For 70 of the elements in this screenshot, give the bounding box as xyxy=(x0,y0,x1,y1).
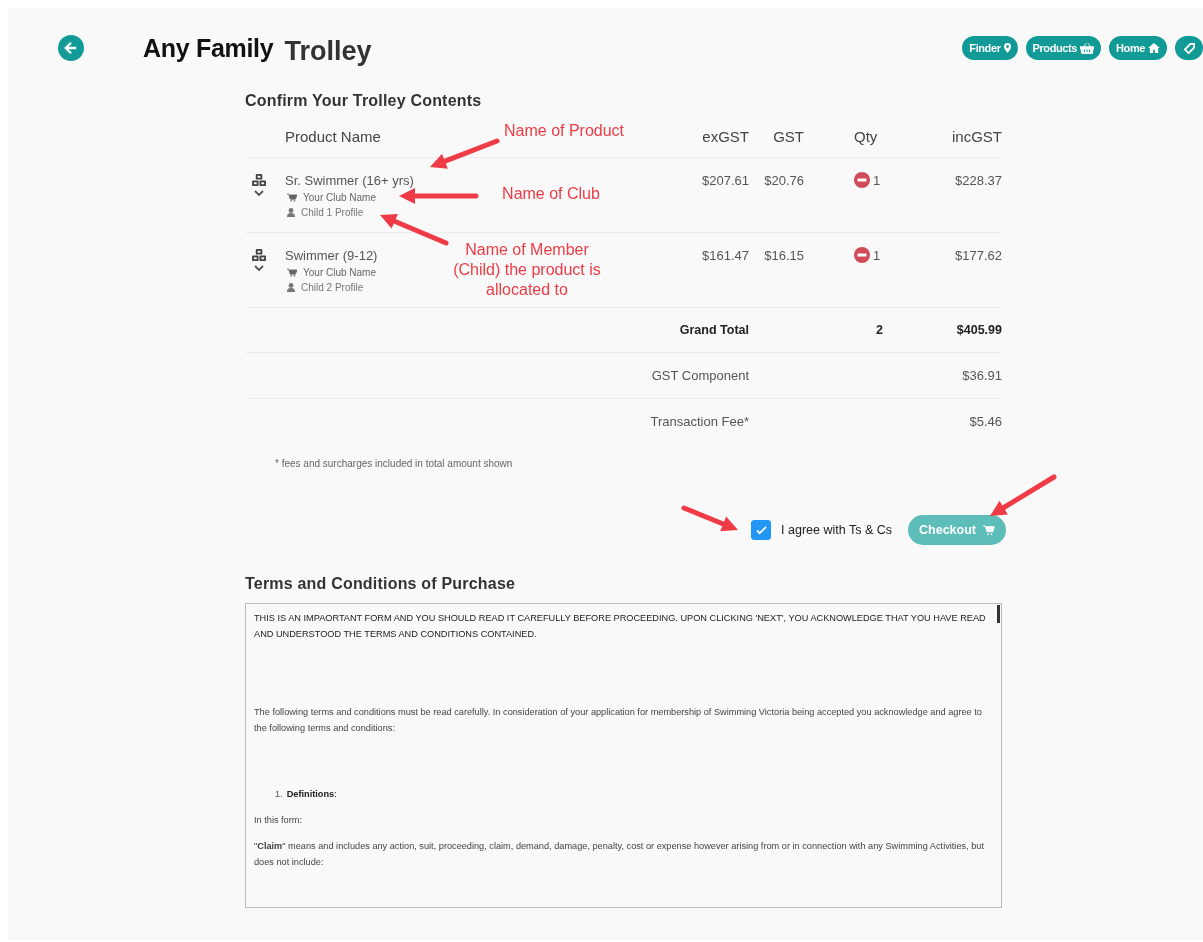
list-item: Definitions: xyxy=(286,789,337,799)
quantity: 1 xyxy=(873,172,881,188)
annotation-arrow xyxy=(380,213,449,246)
annotation-label: Name of Product xyxy=(504,121,626,141)
table-cell: $207.61 xyxy=(702,173,749,188)
club-name: Your Club Name xyxy=(303,192,376,203)
back-arrow-icon xyxy=(64,41,78,55)
annotation-arrow xyxy=(681,505,738,532)
agree-checkbox[interactable] xyxy=(751,520,772,540)
annotation-arrow xyxy=(430,138,500,169)
total-value: $36.91 xyxy=(962,368,1002,383)
boxes-icon xyxy=(251,249,267,262)
total-label: Grand Total xyxy=(679,323,749,337)
product-name: Swimmer (9-12) xyxy=(285,248,378,263)
person-icon xyxy=(287,208,295,217)
table-cell: $228.37 xyxy=(955,173,1002,188)
column-header: exGST xyxy=(702,128,749,145)
list-number: 1. xyxy=(275,789,283,799)
expand-chevron-icon[interactable] xyxy=(254,265,264,271)
total-quantity: 2 xyxy=(876,323,883,337)
column-header: GST xyxy=(773,128,804,145)
quantity: 1 xyxy=(873,247,881,263)
checkout-button[interactable]: Checkout xyxy=(908,515,1006,545)
expand-chevron-icon[interactable] xyxy=(254,190,264,196)
home-icon xyxy=(1148,43,1160,53)
footnote: * fees and surcharges included in total amount shown xyxy=(275,458,514,469)
page-subtitle: Trolley xyxy=(284,35,372,67)
total-value: $5.46 xyxy=(969,414,1002,429)
tag-icon xyxy=(1183,42,1195,54)
column-header: Qty xyxy=(854,128,878,145)
member-name: Child 2 Profile xyxy=(301,282,364,293)
table-cell: $16.15 xyxy=(764,248,804,263)
remove-icon[interactable] xyxy=(854,247,870,263)
cart-icon xyxy=(287,268,297,277)
page-title: Any Family xyxy=(143,33,274,63)
person-icon xyxy=(287,283,295,292)
boxes-icon xyxy=(251,174,267,187)
terms-paragraph: In this form: xyxy=(254,814,303,827)
terms-paragraph: "Claim" means and includes any action, suit, proceeding, claim, demand, damage, penalty, cost or expense however arising from or in connection with any Swimming Activities, but does not include: xyxy=(254,840,985,869)
section-heading: Terms and Conditions of Purchase xyxy=(245,575,517,593)
product-name: Sr. Swimmer (16+ yrs) xyxy=(285,173,414,188)
nav-button[interactable]: Home xyxy=(1109,36,1167,60)
back-button[interactable] xyxy=(58,35,84,61)
table-cell: $177.62 xyxy=(955,248,1002,263)
remove-icon[interactable] xyxy=(854,172,870,188)
nav-button[interactable]: Products xyxy=(1025,36,1102,60)
table-cell: $161.47 xyxy=(702,248,749,263)
total-label: Transaction Fee* xyxy=(650,414,749,429)
terms-paragraph: THIS IS AN IMPAORTANT FORM AND YOU SHOULD READ IT CAREFULLY BEFORE PROCEEDING. UPON CLICKING 'NEXT', YOU ACKNOWLEDGE THAT YOU HAVE READ AND UNDERSTOOD THE TERMS AND CONDITIONS CONTAINED. xyxy=(254,612,987,641)
annotation-label: Name of Club xyxy=(501,184,601,204)
check-icon xyxy=(755,525,767,535)
annotation-arrow xyxy=(990,474,1057,516)
section-heading: Confirm Your Trolley Contents xyxy=(245,92,483,110)
annotation-label: Name of Member (Child) the product is allocated to xyxy=(452,240,602,300)
column-header: incGST xyxy=(952,128,1002,145)
total-value: $405.99 xyxy=(956,323,1002,337)
terms-paragraph: The following terms and conditions must be read carefully. In consideration of your application for membership of Swimming Victoria being accepted you acknowledge and agree to the following terms and conditions: xyxy=(254,706,983,735)
agree-label: I agree with Ts & Cs xyxy=(781,523,893,537)
pin-icon xyxy=(1003,43,1011,53)
basket-icon xyxy=(1080,42,1095,54)
total-label: GST Component xyxy=(651,368,749,383)
column-header: Product Name xyxy=(285,128,381,145)
nav-button[interactable]: Finder xyxy=(962,36,1018,60)
member-name: Child 1 Profile xyxy=(301,207,364,218)
scrollbar-thumb[interactable] xyxy=(997,605,1000,623)
cart-icon xyxy=(287,193,297,202)
cart-icon xyxy=(983,525,995,535)
table-cell: $20.76 xyxy=(764,173,804,188)
tag-button[interactable] xyxy=(1175,36,1203,60)
club-name: Your Club Name xyxy=(303,267,376,278)
